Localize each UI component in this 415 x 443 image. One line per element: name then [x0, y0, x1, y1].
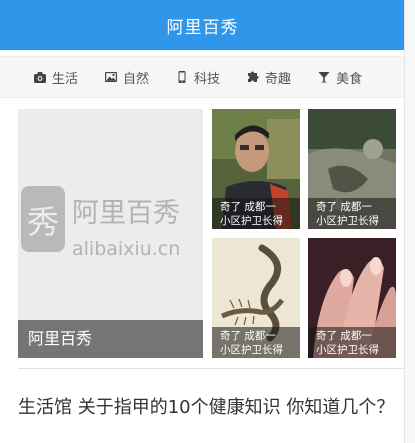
logo-url-text: alibaixiu.cn	[72, 238, 180, 260]
app-title: 阿里百秀	[166, 17, 239, 38]
tile-caption: 奇了 成都一 小区护卫长得	[212, 327, 300, 358]
nav-item-food[interactable]: 美食	[317, 68, 362, 87]
camera-icon	[34, 72, 46, 83]
image-icon	[105, 72, 118, 82]
featured-main-caption: 阿里百秀	[18, 320, 203, 358]
category-nav: 生活 自然 科技 奇趣 美食	[0, 56, 404, 98]
app-header: 阿里百秀	[0, 0, 404, 50]
tile-caption: 奇了 成都一 小区护卫长得	[308, 327, 396, 358]
featured-tile[interactable]: 奇了 成都一 小区护卫长得	[212, 238, 300, 358]
caption-line: 奇了 成都一	[316, 330, 372, 342]
featured-main-card[interactable]: 秀 阿里百秀 alibaixiu.cn 阿里百秀	[18, 109, 203, 358]
nav-label: 美食	[336, 71, 363, 87]
featured-tile[interactable]: 奇了 成都一 小区护卫长得	[308, 238, 396, 358]
scroll-gutter	[405, 0, 415, 443]
logo-text: 阿里百秀	[72, 198, 180, 229]
caption-line: 奇了 成都一	[220, 201, 276, 213]
section-divider	[18, 368, 404, 369]
nav-item-nature[interactable]: 自然	[104, 68, 149, 87]
caption-line: 小区护卫长得	[316, 215, 379, 227]
caption-line: 小区护卫长得	[316, 344, 379, 356]
nav-label: 科技	[194, 71, 221, 87]
cocktail-icon	[318, 72, 330, 83]
caption-line: 小区护卫长得	[220, 215, 283, 227]
featured-grid: 秀 阿里百秀 alibaixiu.cn 阿里百秀 奇了 成都一 小区护卫长得 奇…	[18, 109, 396, 358]
nav-label: 生活	[52, 71, 79, 87]
nav-label: 奇趣	[265, 71, 292, 87]
nav-item-life[interactable]: 生活	[33, 68, 78, 87]
caption-line: 奇了 成都一	[316, 201, 372, 213]
puzzle-icon	[248, 71, 259, 82]
caption-line: 奇了 成都一	[220, 330, 276, 342]
caption-line: 小区护卫长得	[220, 344, 283, 356]
logo-mark: 秀	[27, 203, 59, 241]
phone-icon	[178, 71, 186, 83]
phone-page: 阿里百秀 生活 自然 科技 奇趣 美食 秀 阿里百秀 alibaixiu.cn …	[0, 0, 405, 443]
nav-label: 自然	[123, 71, 150, 87]
nav-item-fun[interactable]: 奇趣	[246, 68, 291, 87]
tile-caption: 奇了 成都一 小区护卫长得	[212, 198, 300, 229]
nav-item-tech[interactable]: 科技	[175, 68, 220, 87]
article-title[interactable]: 生活馆 关于指甲的10个健康知识 你知道几个？	[18, 396, 398, 420]
featured-tile[interactable]: 奇了 成都一 小区护卫长得	[212, 109, 300, 229]
featured-tile[interactable]: 奇了 成都一 小区护卫长得	[308, 109, 396, 229]
tile-caption: 奇了 成都一 小区护卫长得	[308, 198, 396, 229]
